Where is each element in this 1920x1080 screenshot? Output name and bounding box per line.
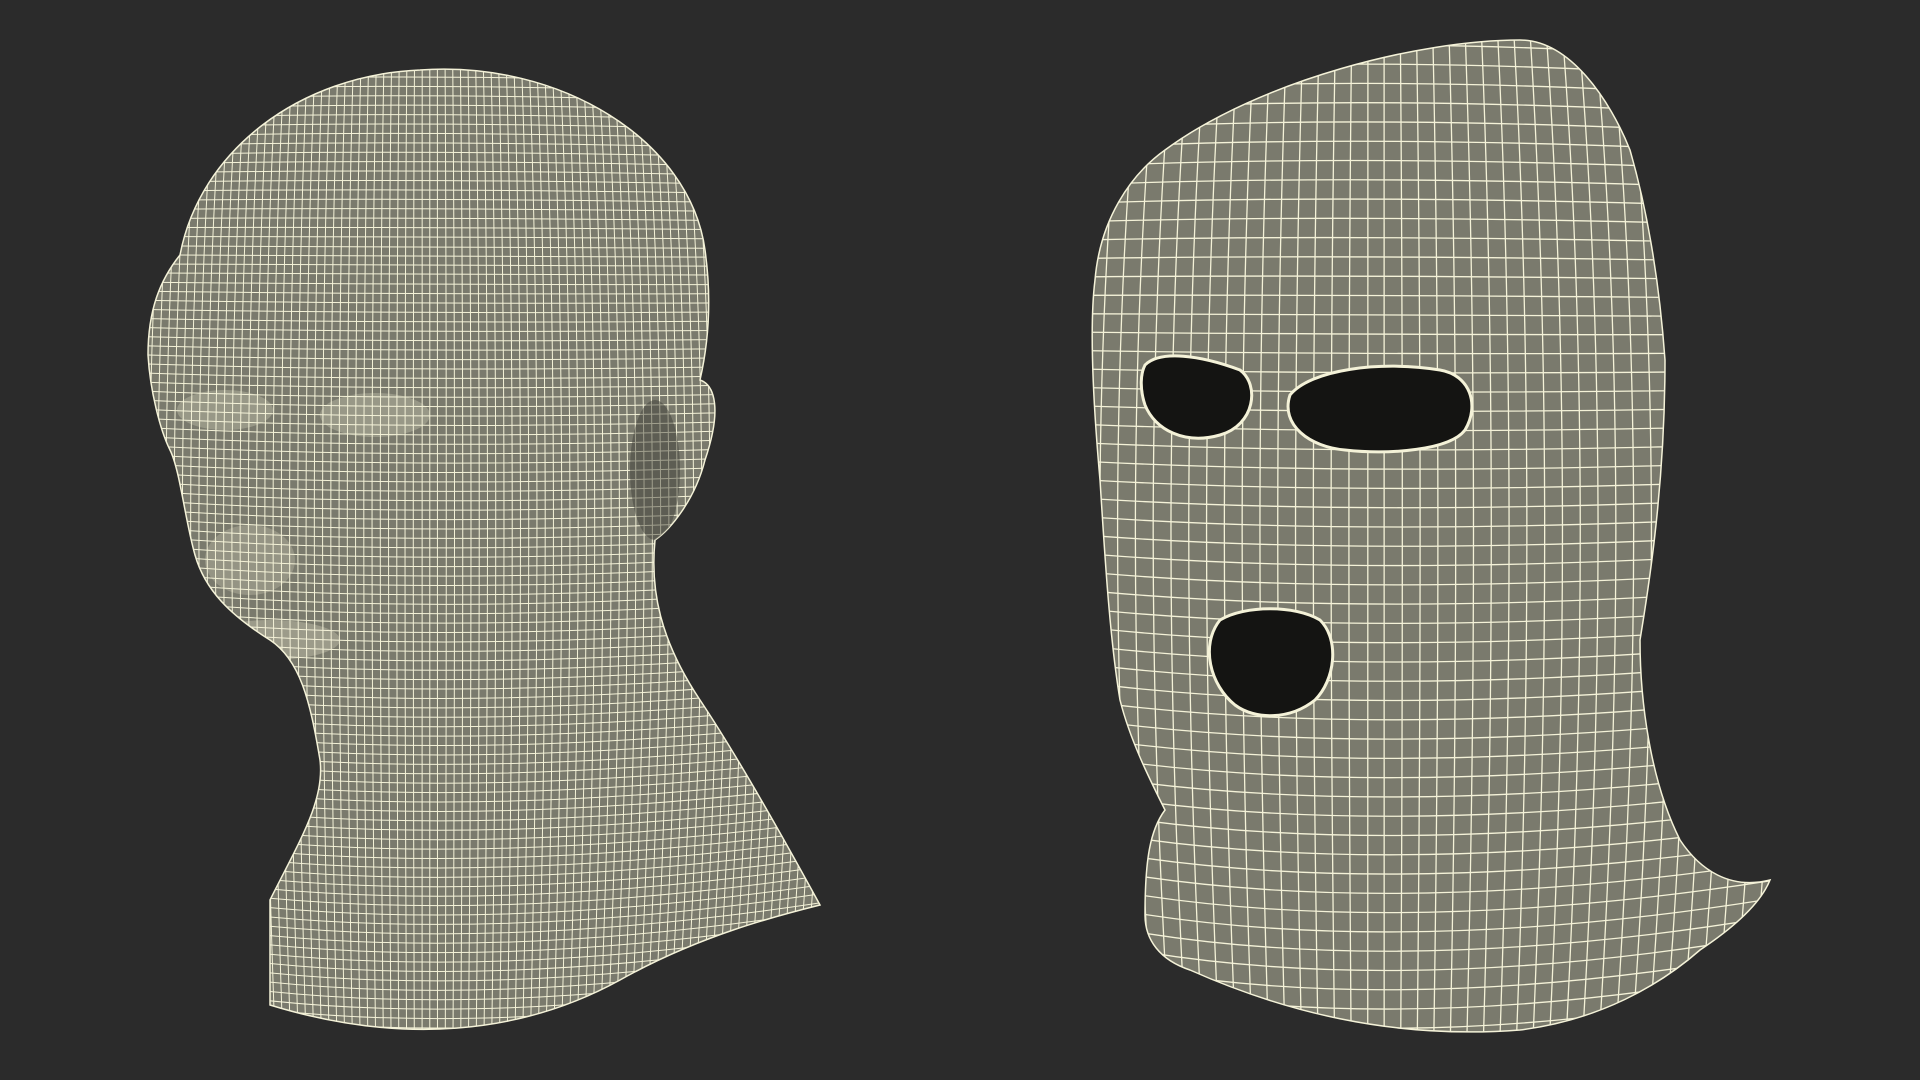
mesh-edge: [1092, 40, 1094, 1032]
head-wireframe-svg: [116, 49, 858, 1080]
mesh-edge: [130, 1042, 840, 1080]
mesh-edge: [130, 49, 840, 62]
mesh-edge: [817, 69, 820, 1030]
mesh-edge: [173, 69, 195, 1030]
3d-viewport[interactable]: [0, 0, 1920, 1080]
mesh-edge: [148, 1024, 820, 1030]
mesh-edge: [1773, 30, 1812, 1060]
balaclava-surface: [1080, 30, 1812, 1080]
mesh-edge: [148, 69, 157, 1030]
mesh-edge: [809, 69, 820, 1030]
head-wireframe-model: [0, 0, 960, 1080]
mesh-edge: [148, 69, 165, 1030]
mesh-edge: [165, 69, 187, 1030]
mesh-edge: [1080, 1041, 1790, 1080]
mesh-edge: [148, 69, 149, 1030]
mesh-edge: [825, 50, 858, 1060]
right-eye-hole: [1286, 364, 1474, 454]
mesh-edge: [148, 69, 172, 1030]
mesh-edge: [157, 69, 180, 1030]
mesh-edge: [1092, 40, 1770, 46]
mesh-edge: [148, 69, 820, 71]
mouth-hole: [1207, 607, 1335, 718]
balaclava-wireframe-model: [960, 0, 1920, 1080]
mesh-edge: [116, 50, 140, 1060]
mesh-edge: [1755, 40, 1770, 1032]
mesh-edge: [130, 1034, 840, 1076]
balaclava-wireframe-svg: [1080, 30, 1812, 1080]
